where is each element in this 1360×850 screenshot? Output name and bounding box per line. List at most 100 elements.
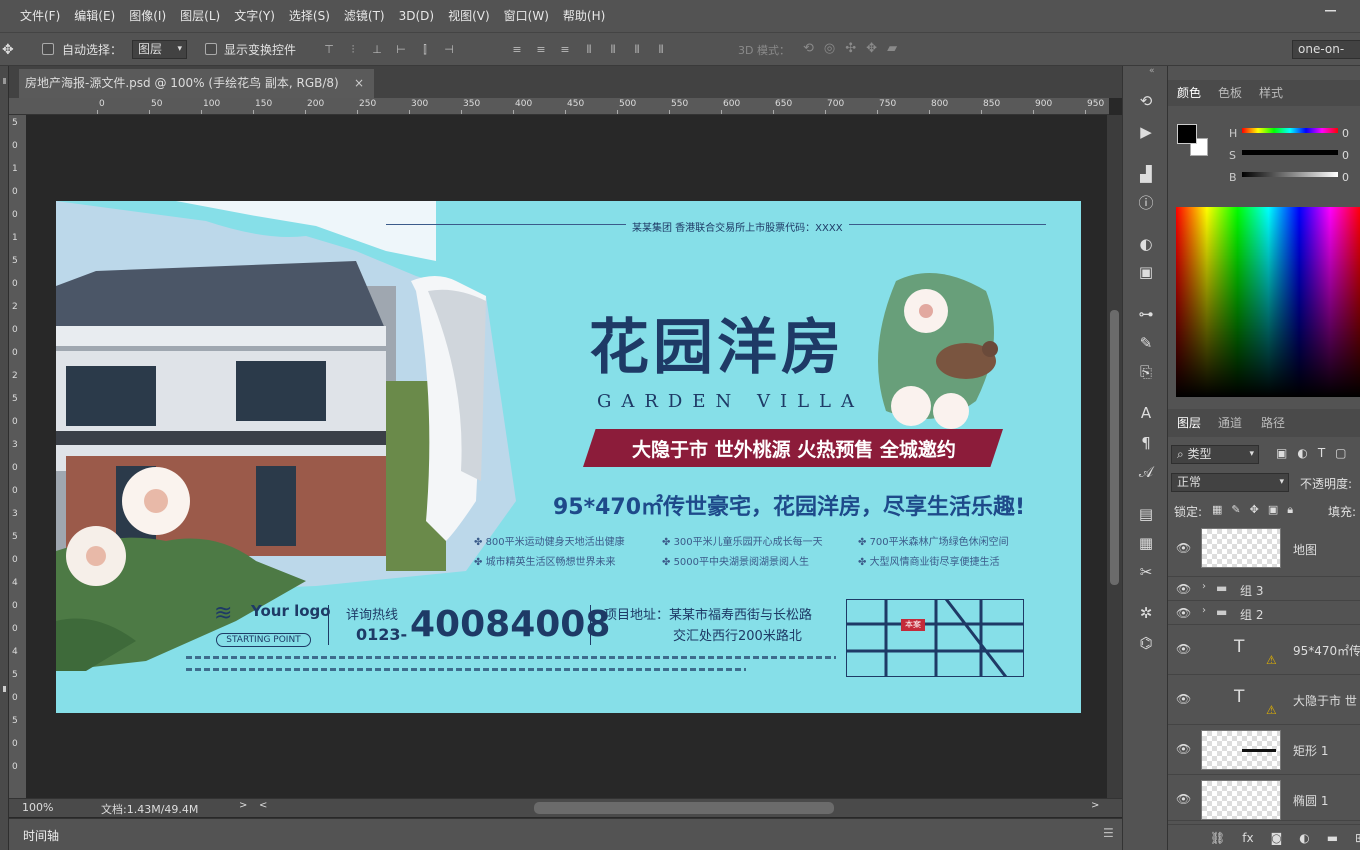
paths-icon[interactable]: ⌬: [1135, 632, 1157, 654]
tab-styles[interactable]: 样式: [1259, 80, 1283, 106]
menu-type[interactable]: 文字(Y): [227, 0, 282, 32]
align-bottom-icon[interactable]: ⊥: [370, 42, 384, 58]
layer-comps-icon[interactable]: ▤: [1135, 503, 1157, 525]
visibility-eye-icon[interactable]: 👁︎: [1176, 742, 1191, 756]
adjustments-icon[interactable]: ◐: [1135, 233, 1157, 255]
tab-layers[interactable]: 图层: [1177, 409, 1201, 437]
layer-row[interactable]: 👁︎ 椭圆 1: [1168, 775, 1360, 821]
tab-channels[interactable]: 通道: [1218, 409, 1242, 437]
filter-type-icon[interactable]: T: [1318, 446, 1325, 460]
visibility-eye-icon[interactable]: 👁︎: [1176, 642, 1191, 656]
align-hcenter-icon[interactable]: ⫿: [418, 42, 432, 58]
document-tab[interactable]: 房地产海报-源文件.psd @ 100% (手绘花鸟 副本, RGB/8) ×: [19, 69, 374, 98]
visibility-eye-icon[interactable]: 👁︎: [1176, 692, 1191, 706]
horizontal-ruler[interactable]: 0 50 100 150 200 250 300 350 400 450 500 550 600 650 7…: [9, 98, 1109, 115]
link-layers-icon[interactable]: ⛓: [1210, 831, 1225, 845]
lock-transparency-icon[interactable]: ▦: [1212, 503, 1222, 517]
properties-icon[interactable]: ▣: [1135, 261, 1157, 283]
menu-layer[interactable]: 图层(L): [173, 0, 227, 32]
menu-select[interactable]: 选择(S): [282, 0, 337, 32]
tab-swatches[interactable]: 色板: [1218, 80, 1242, 106]
distribute-left-icon[interactable]: ⦀: [582, 42, 596, 58]
lock-all-icon[interactable]: 🔒︎: [1287, 503, 1293, 517]
distribute-right-icon[interactable]: ⦀: [630, 42, 644, 58]
align-left-icon[interactable]: ⊢: [394, 42, 408, 58]
foreground-color-swatch[interactable]: [1177, 124, 1197, 144]
auto-select-checkbox[interactable]: [42, 43, 54, 55]
lock-position-icon[interactable]: ✥: [1250, 503, 1259, 517]
layer-row[interactable]: 👁︎ 地图: [1168, 521, 1360, 577]
panel-menu-icon[interactable]: ☰: [1103, 826, 1114, 840]
3d-scale-icon[interactable]: ▰: [887, 41, 897, 56]
paragraph-icon[interactable]: ¶: [1135, 432, 1157, 454]
brush-settings-icon[interactable]: ⊶: [1135, 303, 1157, 325]
expand-group-icon[interactable]: ›: [1202, 581, 1206, 592]
vertical-ruler[interactable]: 5 0 1 0 0 1 5 0 2 0 0 2 5 0 3 0 0 3 5 0 4 0 0 4 5 0 5 0 0: [9, 115, 26, 798]
horizontal-scroll-thumb[interactable]: [534, 802, 834, 814]
notes-icon[interactable]: ▦: [1135, 532, 1157, 554]
zoom-level[interactable]: 100%: [22, 801, 53, 814]
distribute-hcenter-icon[interactable]: ⦀: [606, 42, 620, 58]
channel-b-value[interactable]: 0: [1342, 171, 1349, 184]
character-icon[interactable]: A: [1135, 402, 1157, 424]
tool-marker[interactable]: [3, 78, 6, 84]
layer-row[interactable]: 👁︎ T ⚠ 95*470㎡传世: [1168, 625, 1360, 675]
channel-h-value[interactable]: 0: [1342, 127, 1349, 140]
3d-icon[interactable]: ✲: [1135, 602, 1157, 624]
menu-view[interactable]: 视图(V): [441, 0, 497, 32]
canvas-area[interactable]: 某某集团 香港联合交易所上市股票代码：XXXX 花园洋房 GARDEN VILL…: [26, 115, 1107, 798]
menu-file[interactable]: 文件(F): [13, 0, 67, 32]
info-icon[interactable]: ⓘ: [1135, 192, 1157, 214]
3d-rotate-icon[interactable]: ⟲: [803, 41, 814, 56]
align-top-icon[interactable]: ⊤: [322, 42, 336, 58]
history-icon[interactable]: ⟲: [1135, 90, 1157, 112]
poster-artboard[interactable]: 某某集团 香港联合交易所上市股票代码：XXXX 花园洋房 GARDEN VILL…: [56, 201, 1081, 713]
vertical-scroll-thumb[interactable]: [1110, 310, 1119, 585]
menu-image[interactable]: 图像(I): [122, 0, 173, 32]
scroll-left-icon[interactable]: <: [259, 800, 267, 811]
visibility-eye-icon[interactable]: 👁︎: [1176, 792, 1191, 806]
align-vcenter-icon[interactable]: ⫶: [346, 42, 360, 58]
menu-filter[interactable]: 滤镜(T): [337, 0, 392, 32]
filter-adjust-icon[interactable]: ◐: [1297, 446, 1307, 460]
timeline-tab[interactable]: 时间轴: [23, 827, 59, 844]
move-tool-icon[interactable]: ✥: [2, 42, 14, 58]
blend-mode-dropdown[interactable]: 正常 ▾: [1171, 473, 1289, 492]
glyphs-icon[interactable]: 𝒜: [1135, 461, 1157, 483]
tab-color[interactable]: 颜色: [1177, 80, 1201, 106]
distribute-top-icon[interactable]: ≡: [510, 42, 524, 58]
tools-icon[interactable]: ✂: [1135, 561, 1157, 583]
auto-select-dropdown[interactable]: 图层 ▾: [132, 40, 187, 59]
filter-shape-icon[interactable]: ▢: [1335, 446, 1346, 460]
new-adjustment-icon[interactable]: ◐: [1299, 831, 1309, 845]
collapse-icon[interactable]: «: [1149, 66, 1155, 76]
lock-artboard-icon[interactable]: ▣: [1268, 503, 1278, 517]
menu-help[interactable]: 帮助(H): [556, 0, 612, 32]
actions-play-icon[interactable]: ▶: [1135, 121, 1157, 143]
layer-filter-dropdown[interactable]: ⌕ 类型 ▾: [1171, 445, 1259, 464]
align-right-icon[interactable]: ⊣: [442, 42, 456, 58]
menu-window[interactable]: 窗口(W): [497, 0, 556, 32]
workspace-switcher[interactable]: one-on-one: [1292, 40, 1360, 59]
vertical-scrollbar[interactable]: [1107, 115, 1122, 798]
tab-paths[interactable]: 路径: [1261, 409, 1285, 437]
layer-row[interactable]: 👁︎ › ▬ 组 2: [1168, 601, 1360, 625]
color-spectrum[interactable]: [1176, 207, 1360, 397]
channel-s-value[interactable]: 0: [1342, 149, 1349, 162]
clone-source-icon[interactable]: ⎘: [1135, 361, 1157, 383]
new-layer-icon[interactable]: ⊞: [1355, 831, 1360, 845]
visibility-eye-icon[interactable]: 👁︎: [1176, 606, 1191, 620]
auto-align-icon[interactable]: ⫴: [654, 42, 668, 58]
3d-slide-icon[interactable]: ✥: [866, 41, 877, 56]
minimize-window-icon[interactable]: [1324, 4, 1346, 18]
distribute-bottom-icon[interactable]: ≡: [558, 42, 572, 58]
lock-pixels-icon[interactable]: ✎: [1231, 503, 1240, 517]
tool-marker[interactable]: [3, 686, 6, 692]
hue-slider[interactable]: [1242, 128, 1338, 133]
visibility-eye-icon[interactable]: 👁︎: [1176, 541, 1191, 555]
layer-style-fx-icon[interactable]: fx: [1242, 831, 1253, 845]
new-group-icon[interactable]: ▬: [1327, 831, 1338, 845]
show-transform-checkbox[interactable]: [205, 43, 217, 55]
layer-row[interactable]: 👁︎ 矩形 1: [1168, 725, 1360, 775]
distribute-vcenter-icon[interactable]: ≡: [534, 42, 548, 58]
